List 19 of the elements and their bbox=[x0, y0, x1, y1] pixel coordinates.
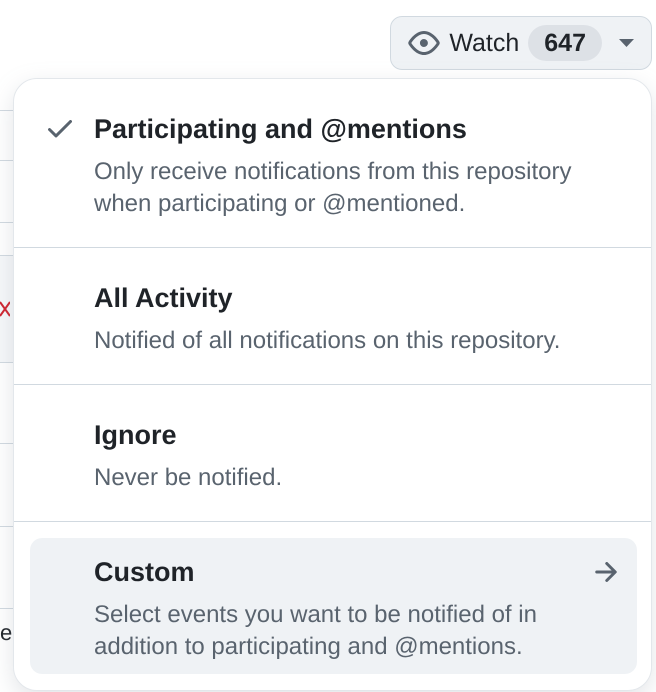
option-description: Notified of all notifications on this repository. bbox=[94, 326, 560, 356]
option-description: Only receive notifications from this repository when participating or @mentioned. bbox=[94, 157, 573, 219]
x-icon bbox=[0, 300, 10, 318]
option-description: Select events you want to be notified of in addition to participating and @mentions. bbox=[94, 600, 538, 662]
option-title: All Activity bbox=[94, 282, 233, 314]
option-title: Ignore bbox=[94, 419, 177, 451]
arrow-right-icon bbox=[595, 562, 617, 582]
menu-item[interactable]: All Activity Notified of all notifications on this repository. bbox=[30, 264, 637, 368]
eye-icon bbox=[408, 31, 440, 55]
list-text: e bbox=[0, 619, 12, 647]
option-title: Custom bbox=[94, 556, 194, 588]
menu-item[interactable]: Ignore Never be notified. bbox=[30, 401, 637, 505]
menu-item[interactable]: Participating and @mentions Only receive notifications from this repository when participating or @mentioned. bbox=[30, 95, 637, 231]
watcher-count: 647 bbox=[528, 25, 602, 61]
caret-icon bbox=[619, 39, 634, 47]
watch-button[interactable]: Watch 647 bbox=[390, 16, 652, 70]
option-description: Never be notified. bbox=[94, 463, 282, 493]
menu-item[interactable]: Custom Select events you want to be notified of in addition to participating and @mentions. bbox=[30, 538, 637, 674]
option-title: Participating and @mentions bbox=[94, 113, 467, 145]
